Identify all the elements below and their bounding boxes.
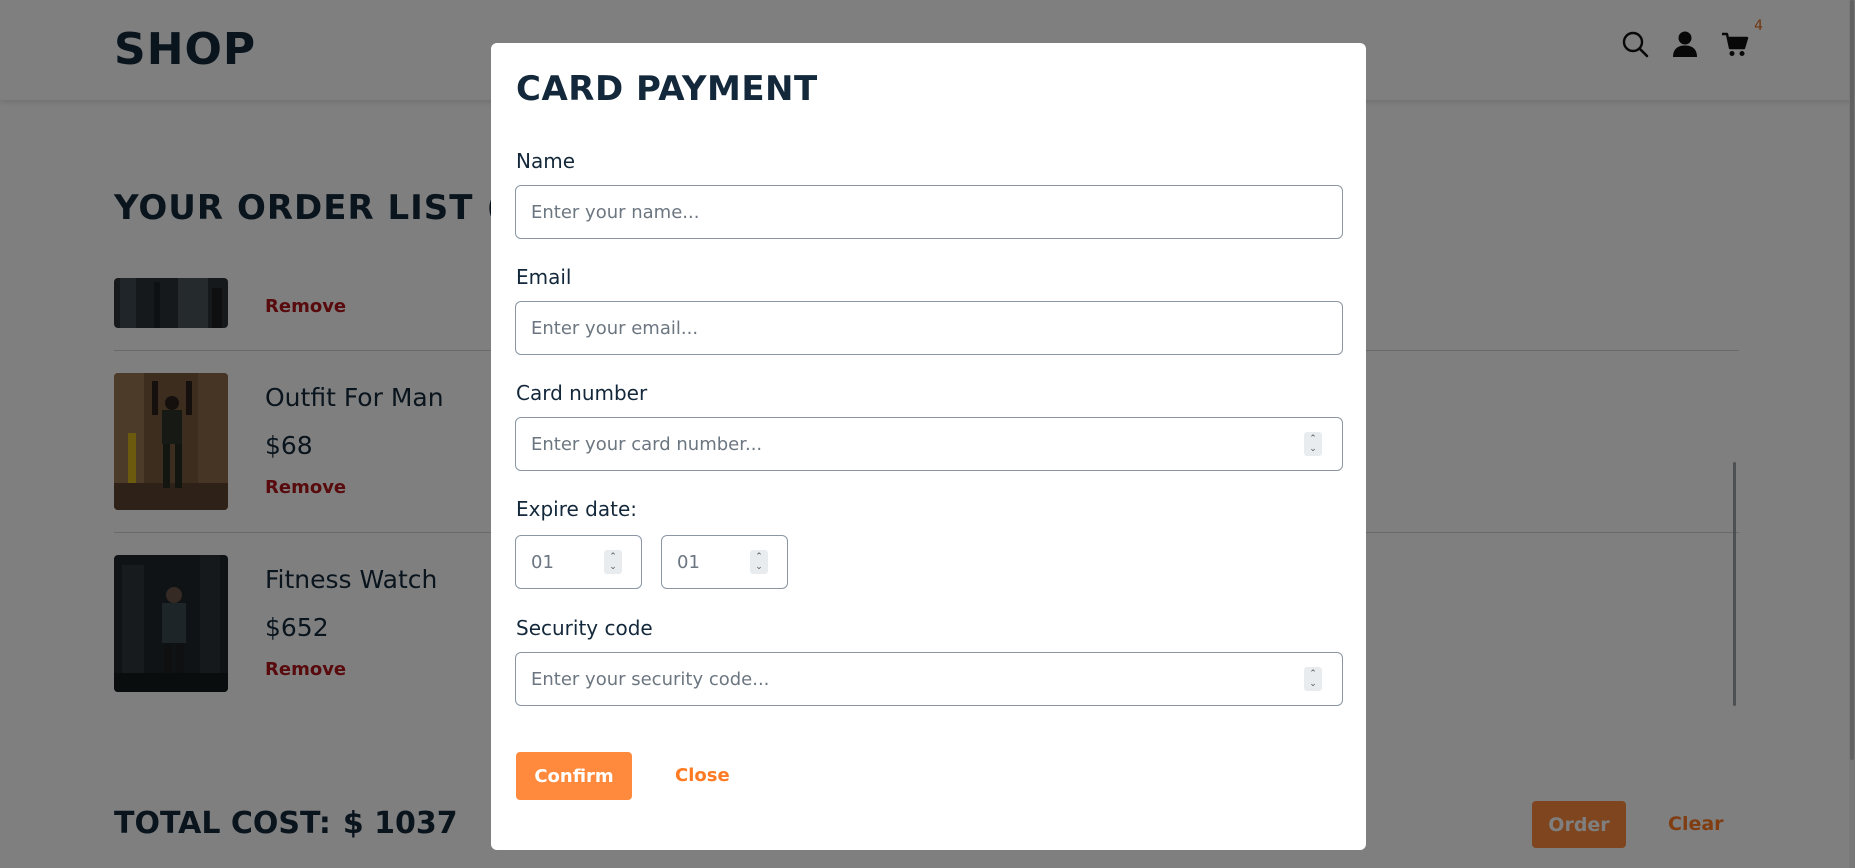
chevron-up-icon: ⌃ bbox=[1309, 668, 1317, 679]
expire-year-input[interactable] bbox=[661, 535, 788, 589]
close-button[interactable]: Close bbox=[675, 765, 730, 786]
card-payment-modal: CARD PAYMENT Name Email Card number ⌃⌄ E… bbox=[491, 43, 1366, 850]
chevron-down-icon: ⌄ bbox=[1309, 443, 1317, 454]
chevron-down-icon: ⌄ bbox=[755, 561, 763, 572]
expire-month-spinner[interactable]: ⌃ ⌄ bbox=[604, 550, 622, 574]
card-number-spinner[interactable]: ⌃ ⌄ bbox=[1304, 432, 1322, 456]
expire-month-input[interactable] bbox=[515, 535, 642, 589]
name-input[interactable] bbox=[515, 185, 1343, 239]
security-code-input[interactable] bbox=[515, 652, 1343, 706]
chevron-up-icon: ⌃ bbox=[755, 551, 763, 562]
confirm-button[interactable]: Confirm bbox=[516, 752, 632, 800]
expire-date-label: Expire date: bbox=[516, 497, 638, 521]
chevron-down-icon: ⌄ bbox=[1309, 678, 1317, 689]
chevron-down-icon: ⌄ bbox=[609, 561, 617, 572]
email-label: Email bbox=[516, 265, 572, 289]
security-code-label: Security code bbox=[516, 616, 653, 640]
card-number-input[interactable] bbox=[515, 417, 1343, 471]
security-code-spinner[interactable]: ⌃ ⌄ bbox=[1304, 667, 1322, 691]
email-input[interactable] bbox=[515, 301, 1343, 355]
name-label: Name bbox=[516, 149, 576, 173]
chevron-up-icon: ⌃ bbox=[1309, 433, 1317, 444]
chevron-up-icon: ⌃ bbox=[609, 551, 617, 562]
card-number-label: Card number bbox=[516, 381, 648, 405]
modal-title: CARD PAYMENT bbox=[516, 69, 818, 109]
expire-year-spinner[interactable]: ⌃ ⌄ bbox=[750, 550, 768, 574]
